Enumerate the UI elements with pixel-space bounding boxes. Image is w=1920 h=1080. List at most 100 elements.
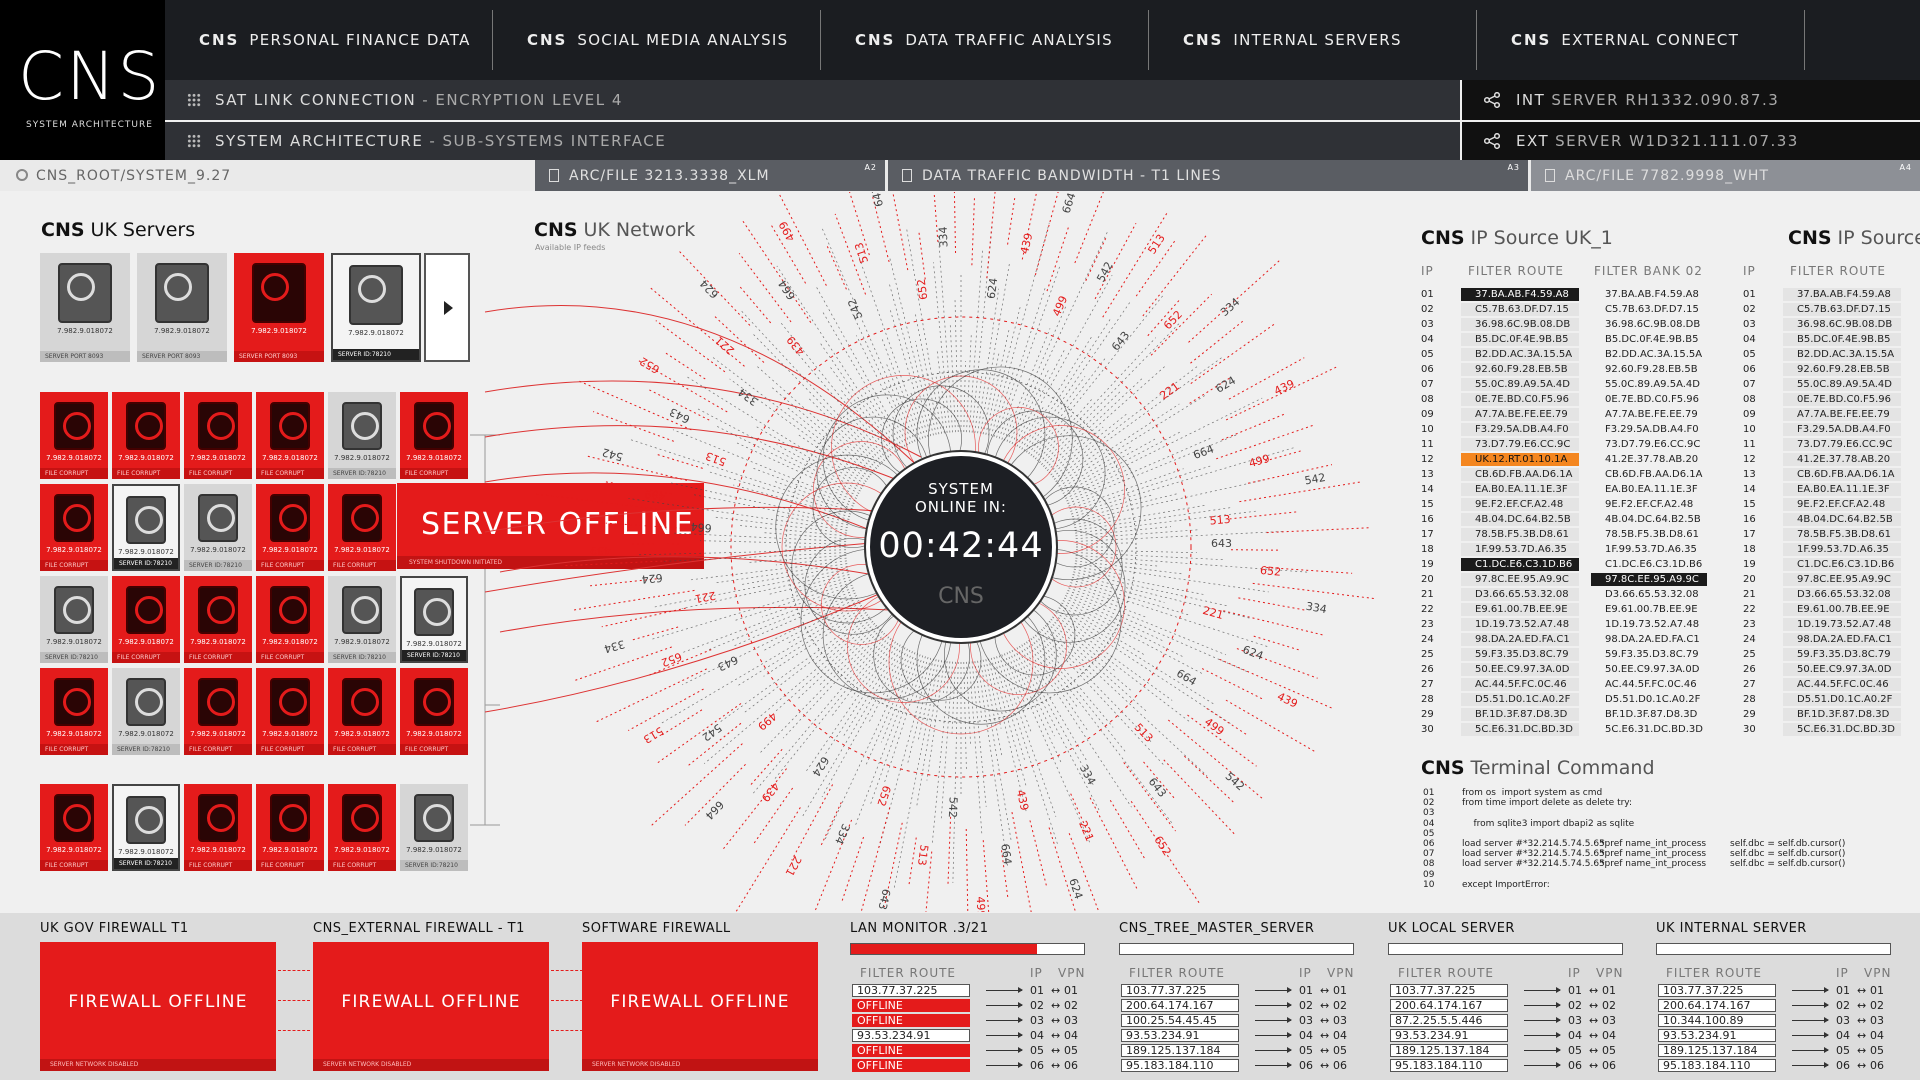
filter-bank-cell[interactable]: 9E.F2.EF.CF.A2.48 xyxy=(1591,498,1707,511)
filter-route-cell[interactable]: 50.EE.C9.97.3A.0D xyxy=(1783,663,1901,676)
filter-route-cell[interactable]: C5.7B.63.DF.D7.15 xyxy=(1783,303,1901,316)
firewall-status-box[interactable]: FIREWALL OFFLINE SERVER NETWORK DISABLED xyxy=(40,942,276,1071)
sat-link-bar[interactable]: SAT LINK CONNECTION - ENCRYPTION LEVEL 4 xyxy=(165,80,1460,120)
filter-route-cell[interactable]: E9.61.00.7B.EE.9E xyxy=(1461,603,1579,616)
server-tile[interactable]: 7.982.9.018072 SERVER ID:78210 xyxy=(400,576,468,663)
filter-route-cell[interactable]: 1D.19.73.52.A7.48 xyxy=(1461,618,1579,631)
filter-bank-cell[interactable]: 0E.7E.BD.C0.F5.96 xyxy=(1591,393,1707,406)
filter-bank-cell[interactable]: 41.2E.37.78.AB.20 xyxy=(1591,453,1707,466)
filter-route-cell[interactable]: EA.B0.EA.11.1E.3F xyxy=(1783,483,1901,496)
filter-bank-cell[interactable]: 4B.04.DC.64.B2.5B xyxy=(1591,513,1707,526)
filter-route-cell[interactable]: UK.12.RT.01.10.1A xyxy=(1461,453,1579,466)
monitor-ip-field[interactable]: OFFLINE xyxy=(852,999,970,1012)
filter-bank-cell[interactable]: C1.DC.E6.C3.1D.B6 xyxy=(1591,558,1707,571)
filter-route-cell[interactable]: 73.D7.79.E6.CC.9C xyxy=(1783,438,1901,451)
filter-bank-cell[interactable]: 73.D7.79.E6.CC.9C xyxy=(1591,438,1707,451)
monitor-ip-field[interactable]: 93.53.234.91 xyxy=(1121,1029,1239,1042)
filter-route-cell[interactable]: 36.98.6C.9B.08.DB xyxy=(1461,318,1579,331)
nav-item-2[interactable]: CNS SOCIAL MEDIA ANALYSIS xyxy=(493,10,821,70)
server-tile[interactable]: 7.982.9.018072 SERVER ID:78210 xyxy=(328,576,396,663)
filter-route-cell[interactable]: AC.44.5F.FC.0C.46 xyxy=(1783,678,1901,691)
server-tile[interactable]: 7.982.9.018072 FILE CORRUPT xyxy=(328,784,396,871)
monitor-ip-field[interactable]: 93.53.234.91 xyxy=(1658,1029,1776,1042)
monitor-ip-field[interactable]: 10.344.100.89 xyxy=(1658,1014,1776,1027)
nav-item-4[interactable]: CNS INTERNAL SERVERS xyxy=(1149,10,1477,70)
server-tile[interactable]: 7.982.9.018072 FILE CORRUPT xyxy=(256,668,324,755)
monitor-ip-field[interactable]: 93.53.234.91 xyxy=(1390,1029,1508,1042)
filter-route-cell[interactable]: C1.DC.E6.C3.1D.B6 xyxy=(1783,558,1901,571)
firewall-status-box[interactable]: FIREWALL OFFLINE SERVER NETWORK DISABLED xyxy=(582,942,818,1071)
filter-route-cell[interactable]: 73.D7.79.E6.CC.9C xyxy=(1461,438,1579,451)
filter-bank-cell[interactable]: 97.8C.EE.95.A9.9C xyxy=(1591,573,1707,586)
filter-route-cell[interactable]: 50.EE.C9.97.3A.0D xyxy=(1461,663,1579,676)
filter-bank-cell[interactable]: 92.60.F9.28.EB.5B xyxy=(1591,363,1707,376)
server-tile[interactable]: 7.982.9.018072 SERVER ID:78210 xyxy=(184,484,252,571)
filter-route-cell[interactable]: CB.6D.FB.AA.D6.1A xyxy=(1783,468,1901,481)
filter-route-cell[interactable]: 55.0C.89.A9.5A.4D xyxy=(1783,378,1901,391)
filter-route-cell[interactable]: 59.F3.35.D3.8C.79 xyxy=(1461,648,1579,661)
filter-route-cell[interactable]: E9.61.00.7B.EE.9E xyxy=(1783,603,1901,616)
server-tile[interactable]: 7.982.9.018072 FILE CORRUPT xyxy=(184,668,252,755)
filter-bank-cell[interactable]: B5.DC.0F.4E.9B.B5 xyxy=(1591,333,1707,346)
filter-bank-cell[interactable]: 1D.19.73.52.A7.48 xyxy=(1591,618,1707,631)
filter-route-cell[interactable]: 9E.F2.EF.CF.A2.48 xyxy=(1461,498,1579,511)
monitor-ip-field[interactable]: OFFLINE xyxy=(852,1059,970,1072)
server-tile[interactable]: 7.982.9.018072 FILE CORRUPT xyxy=(256,392,324,479)
filter-route-cell[interactable]: 37.BA.AB.F4.59.A8 xyxy=(1783,288,1901,301)
server-tile[interactable]: 7.982.9.018072 FILE CORRUPT xyxy=(184,784,252,871)
filter-route-cell[interactable]: 59.F3.35.D3.8C.79 xyxy=(1783,648,1901,661)
filter-bank-cell[interactable]: AC.44.5F.FC.0C.46 xyxy=(1591,678,1707,691)
server-tile[interactable]: 7.982.9.018072 SERVER PORT 8093 xyxy=(40,253,130,362)
filter-route-cell[interactable]: 1F.99.53.7D.A6.35 xyxy=(1783,543,1901,556)
filter-bank-cell[interactable]: A7.7A.BE.FE.EE.79 xyxy=(1591,408,1707,421)
server-tile[interactable]: 7.982.9.018072 SERVER ID:78210 xyxy=(328,392,396,479)
filter-route-cell[interactable]: 98.DA.2A.ED.FA.C1 xyxy=(1461,633,1579,646)
filter-route-cell[interactable]: 41.2E.37.78.AB.20 xyxy=(1783,453,1901,466)
filter-bank-cell[interactable]: EA.B0.EA.11.1E.3F xyxy=(1591,483,1707,496)
filter-route-cell[interactable]: F3.29.5A.DB.A4.F0 xyxy=(1461,423,1579,436)
filter-route-cell[interactable]: 78.5B.F5.3B.D8.61 xyxy=(1461,528,1579,541)
filter-route-cell[interactable]: 1D.19.73.52.A7.48 xyxy=(1783,618,1901,631)
filter-route-cell[interactable]: 98.DA.2A.ED.FA.C1 xyxy=(1783,633,1901,646)
filter-route-cell[interactable]: 4B.04.DC.64.B2.5B xyxy=(1461,513,1579,526)
server-tile[interactable]: 7.982.9.018072 FILE CORRUPT xyxy=(400,668,468,755)
filter-route-cell[interactable]: B5.DC.0F.4E.9B.B5 xyxy=(1461,333,1579,346)
monitor-ip-field[interactable]: 100.25.54.45.45 xyxy=(1121,1014,1239,1027)
file-tab-1[interactable]: ARC/FILE 3213.3338_XLM A2 xyxy=(535,160,885,191)
filter-bank-cell[interactable]: C5.7B.63.DF.D7.15 xyxy=(1591,303,1707,316)
server-tile[interactable]: 7.982.9.018072 FILE CORRUPT xyxy=(40,484,108,571)
monitor-ip-field[interactable]: 103.77.37.225 xyxy=(852,984,970,997)
filter-route-cell[interactable]: EA.B0.EA.11.1E.3F xyxy=(1461,483,1579,496)
file-tab-3[interactable]: ARC/FILE 7782.9998_WHT A4 xyxy=(1531,160,1920,191)
server-tile[interactable]: 7.982.9.018072 SERVER ID:78210 xyxy=(40,576,108,663)
filter-route-cell[interactable]: BF.1D.3F.87.D8.3D xyxy=(1783,708,1901,721)
filter-bank-cell[interactable]: F3.29.5A.DB.A4.F0 xyxy=(1591,423,1707,436)
server-tile[interactable]: 7.982.9.018072 SERVER PORT 8093 xyxy=(137,253,227,362)
filter-route-cell[interactable]: 92.60.F9.28.EB.5B xyxy=(1783,363,1901,376)
monitor-ip-field[interactable]: 189.125.137.184 xyxy=(1658,1044,1776,1057)
filter-route-cell[interactable]: 0E.7E.BD.C0.F5.96 xyxy=(1783,393,1901,406)
server-tile[interactable]: 7.982.9.018072 FILE CORRUPT xyxy=(40,784,108,871)
filter-route-cell[interactable]: D3.66.65.53.32.08 xyxy=(1783,588,1901,601)
monitor-ip-field[interactable]: 189.125.137.184 xyxy=(1390,1044,1508,1057)
filter-route-cell[interactable]: 5C.E6.31.DC.BD.3D xyxy=(1461,723,1579,736)
server-tile[interactable]: 7.982.9.018072 SERVER ID:78210 xyxy=(112,484,180,571)
filter-route-cell[interactable]: 4B.04.DC.64.B2.5B xyxy=(1783,513,1901,526)
server-tile[interactable]: 7.982.9.018072 FILE CORRUPT xyxy=(184,576,252,663)
monitor-ip-field[interactable]: OFFLINE xyxy=(852,1014,970,1027)
monitor-ip-field[interactable]: OFFLINE xyxy=(852,1044,970,1057)
filter-route-cell[interactable]: D5.51.D0.1C.A0.2F xyxy=(1461,693,1579,706)
monitor-ip-field[interactable]: 189.125.137.184 xyxy=(1121,1044,1239,1057)
monitor-ip-field[interactable]: 95.183.184.110 xyxy=(1658,1059,1776,1072)
filter-bank-cell[interactable]: 50.EE.C9.97.3A.0D xyxy=(1591,663,1707,676)
filter-bank-cell[interactable]: 37.BA.AB.F4.59.A8 xyxy=(1591,288,1707,301)
filter-bank-cell[interactable]: E9.61.00.7B.EE.9E xyxy=(1591,603,1707,616)
filter-route-cell[interactable]: A7.7A.BE.FE.EE.79 xyxy=(1783,408,1901,421)
filter-route-cell[interactable]: 92.60.F9.28.EB.5B xyxy=(1461,363,1579,376)
nav-item-3[interactable]: CNS DATA TRAFFIC ANALYSIS xyxy=(821,10,1149,70)
monitor-ip-field[interactable]: 103.77.37.225 xyxy=(1658,984,1776,997)
filter-route-cell[interactable]: C1.DC.E6.C3.1D.B6 xyxy=(1461,558,1579,571)
filter-route-cell[interactable]: 37.BA.AB.F4.59.A8 xyxy=(1461,288,1579,301)
filter-route-cell[interactable]: D3.66.65.53.32.08 xyxy=(1461,588,1579,601)
filter-route-cell[interactable]: D5.51.D0.1C.A0.2F xyxy=(1783,693,1901,706)
